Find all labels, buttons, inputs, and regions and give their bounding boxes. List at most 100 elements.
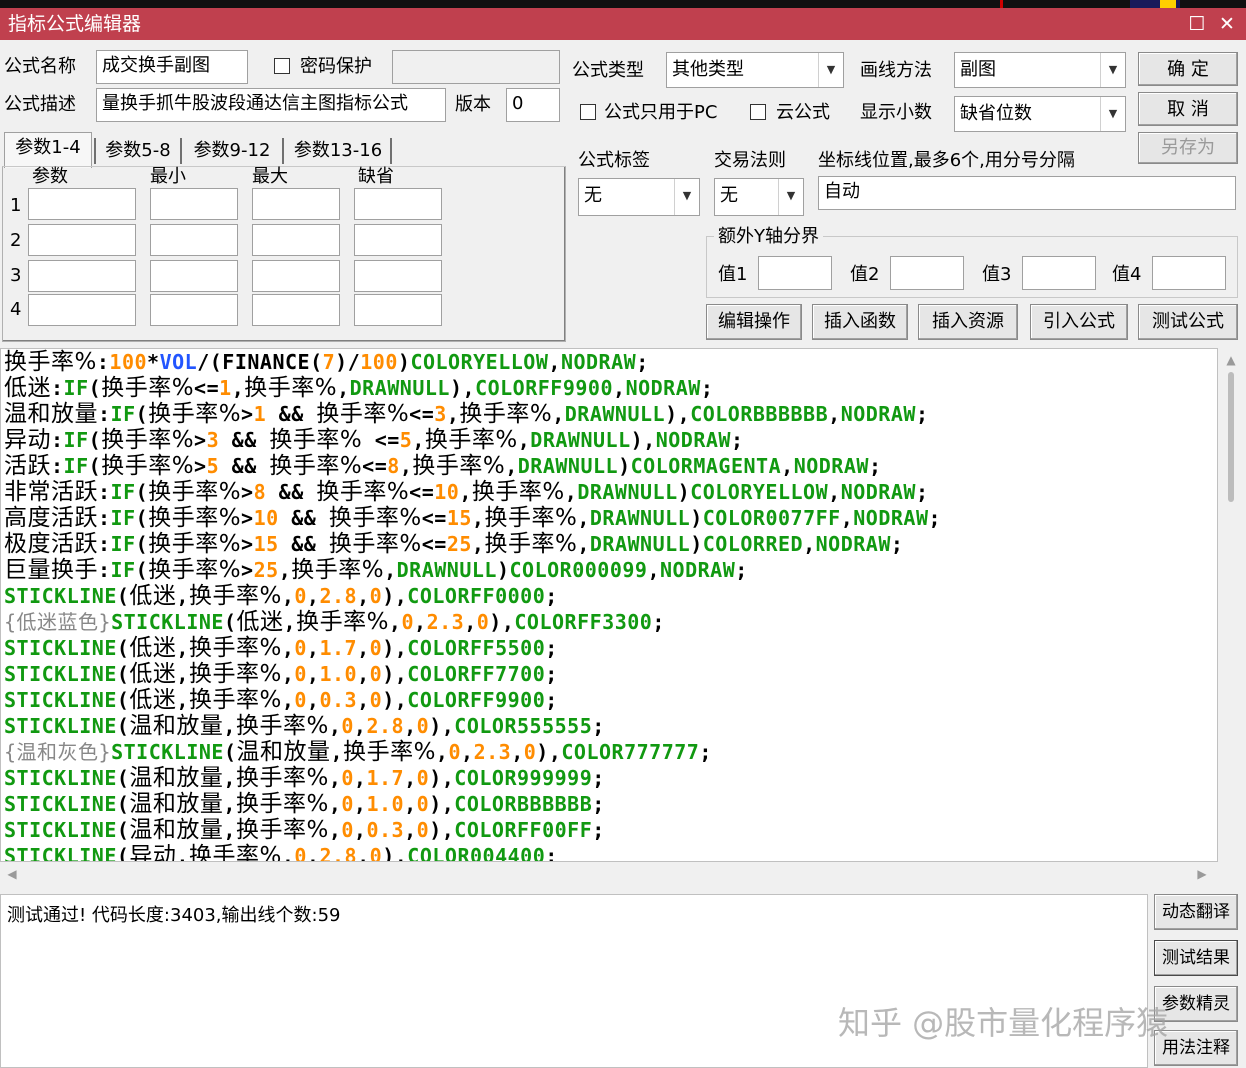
- code-token: 换手率%: [328, 505, 422, 531]
- insert-resource-button[interactable]: 插入资源: [918, 304, 1018, 340]
- dynamic-translate-button[interactable]: 动态翻译: [1154, 894, 1238, 930]
- password-checkbox[interactable]: [274, 58, 290, 74]
- code-token: 25: [446, 532, 472, 556]
- coord-line-field[interactable]: 自动: [818, 176, 1236, 210]
- code-token: COLORFF3300: [514, 610, 653, 634]
- param-cell-最大[interactable]: [252, 260, 340, 292]
- vertical-scroll-thumb[interactable]: [1228, 372, 1234, 502]
- cloud-formula-checkbox[interactable]: [750, 104, 766, 120]
- draw-method-select[interactable]: 副图 ▼: [954, 52, 1126, 88]
- param-cell-参数[interactable]: [28, 188, 136, 220]
- version-field[interactable]: 0: [506, 88, 560, 122]
- code-token: DRAWNULL: [577, 480, 678, 504]
- code-token: COLOR999999: [454, 766, 593, 790]
- param-cell-缺省[interactable]: [354, 260, 442, 292]
- formula-tag-select[interactable]: 无 ▼: [578, 178, 700, 216]
- code-token: ),: [429, 818, 455, 842]
- scroll-left-icon[interactable]: ◀: [2, 862, 22, 886]
- code-token: ,: [176, 844, 189, 862]
- test-result-button[interactable]: 测试结果: [1154, 940, 1238, 976]
- watermark: 知乎 @股市量化程序猿: [838, 1004, 1169, 1042]
- code-token: ),: [382, 662, 408, 686]
- code-token: 换手率%: [148, 479, 242, 505]
- draw-method-label: 画线方法: [860, 60, 932, 81]
- trade-rule-select[interactable]: 无 ▼: [714, 178, 804, 216]
- edit-ops-button[interactable]: 编辑操作: [706, 304, 802, 340]
- param-cell-参数[interactable]: [28, 260, 136, 292]
- code-token: 0: [416, 766, 430, 790]
- formula-desc-field[interactable]: 量换手抓牛股波段通达信主图指标公式: [96, 88, 446, 122]
- code-line: 换手率%:100*VOL/(FINANCE(7)/100)COLORYELLOW…: [4, 349, 649, 375]
- code-token: 换手率%: [4, 349, 97, 375]
- code-token: (: [116, 636, 130, 660]
- code-token: ,: [781, 454, 794, 478]
- param-cell-缺省[interactable]: [354, 188, 442, 220]
- code-token: ,: [357, 844, 370, 862]
- code-token: ,: [357, 636, 370, 660]
- param-cell-最小[interactable]: [150, 294, 238, 326]
- param-cell-最大[interactable]: [252, 294, 340, 326]
- insert-function-button[interactable]: 插入函数: [812, 304, 908, 340]
- code-line: 温和放量:IF(换手率%>1 && 换手率%<=3,换手率%,DRAWNULL)…: [4, 401, 928, 427]
- code-token: ),: [630, 428, 656, 452]
- code-token: 换手率%: [188, 687, 282, 713]
- code-token: IF: [110, 402, 136, 426]
- close-button[interactable]: ✕: [1212, 8, 1242, 40]
- formula-name-field[interactable]: 成交换手副图: [96, 50, 248, 84]
- code-token: IF: [63, 428, 89, 452]
- code-line: 非常活跃:IF(换手率%>8 && 换手率%<=10,换手率%,DRAWNULL…: [4, 479, 928, 505]
- code-token: DRAWNULL: [589, 506, 691, 530]
- cancel-button[interactable]: 取 消: [1138, 92, 1238, 126]
- param-cell-最小[interactable]: [150, 224, 238, 256]
- code-token: ;: [700, 376, 714, 400]
- code-editor[interactable]: 换手率%:100*VOL/(FINANCE(7)/100)COLORYELLOW…: [0, 348, 1218, 862]
- y-value-2-field[interactable]: [890, 256, 964, 290]
- param-cell-参数[interactable]: [28, 294, 136, 326]
- param-cell-最大[interactable]: [252, 224, 340, 256]
- code-token: 换手率%: [235, 765, 329, 791]
- param-cell-缺省[interactable]: [354, 224, 442, 256]
- code-token: <=: [421, 532, 447, 556]
- test-formula-button[interactable]: 测试公式: [1138, 304, 1238, 340]
- decimal-select[interactable]: 缺省位数 ▼: [954, 96, 1126, 132]
- param-cell-最小[interactable]: [150, 188, 238, 220]
- param-cell-缺省[interactable]: [354, 294, 442, 326]
- code-token: &&: [266, 480, 317, 504]
- code-token: DRAWNULL: [349, 376, 450, 400]
- y-value-4-field[interactable]: [1152, 256, 1226, 290]
- pc-only-checkbox[interactable]: [580, 104, 596, 120]
- code-token: ),: [382, 844, 408, 862]
- code-token: {低迷蓝色}: [4, 610, 112, 634]
- param-cell-最大[interactable]: [252, 188, 340, 220]
- code-token: 温和放量: [129, 817, 224, 843]
- scroll-right-icon[interactable]: ▶: [1192, 862, 1212, 886]
- code-token: ,: [328, 714, 342, 738]
- save-as-button[interactable]: 另存为: [1138, 132, 1238, 164]
- horizontal-scrollbar[interactable]: ◀ ▶: [0, 862, 1218, 886]
- y-value-3-field[interactable]: [1022, 256, 1096, 290]
- code-token: *: [147, 350, 160, 374]
- code-token: 换手率%: [188, 661, 282, 687]
- password-field[interactable]: [392, 50, 560, 84]
- import-formula-button[interactable]: 引入公式: [1030, 304, 1128, 340]
- maximize-button[interactable]: ☐: [1182, 8, 1212, 40]
- y-value-1-field[interactable]: [758, 256, 832, 290]
- code-token: &&: [278, 506, 329, 530]
- ok-button[interactable]: 确 定: [1138, 52, 1238, 86]
- code-token: (: [116, 844, 130, 862]
- code-token: ,: [176, 584, 189, 608]
- code-token: ;: [699, 740, 712, 764]
- code-token: 2.3: [473, 740, 512, 764]
- code-token: 温和放量: [4, 401, 98, 427]
- window-title: 指标公式编辑器: [8, 13, 142, 35]
- code-token: (: [88, 454, 102, 478]
- formula-type-select[interactable]: 其他类型 ▼: [666, 52, 844, 88]
- code-token: ): [677, 480, 691, 504]
- code-token: 换手率%: [459, 401, 553, 427]
- code-token: ,: [404, 714, 417, 738]
- scroll-up-icon[interactable]: ▲: [1218, 348, 1244, 372]
- param-cell-最小[interactable]: [150, 260, 238, 292]
- param-cell-参数[interactable]: [28, 224, 136, 256]
- code-token: <=: [194, 376, 220, 400]
- code-token: NODRAW: [793, 454, 869, 478]
